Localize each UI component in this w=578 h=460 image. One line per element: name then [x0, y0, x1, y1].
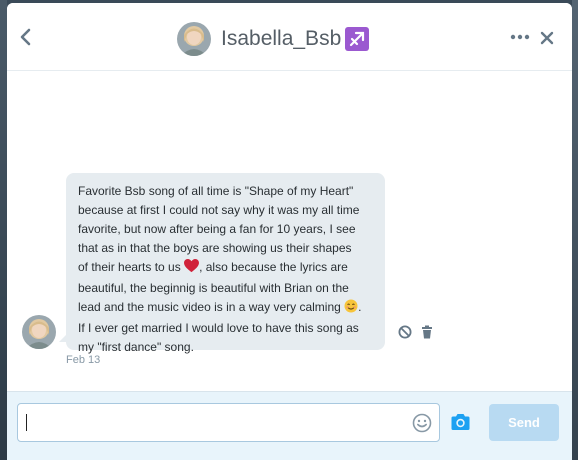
message-bubble[interactable]: Favorite Bsb song of all time is "Shape … [66, 173, 385, 354]
avatar[interactable] [177, 22, 211, 56]
back-button[interactable] [17, 27, 35, 47]
message-text: of their hearts to us [78, 260, 181, 274]
close-button[interactable] [540, 31, 554, 45]
background-right [572, 0, 578, 460]
close-icon [540, 31, 554, 45]
report-message-button[interactable] [398, 325, 412, 339]
message-line: my "first dance" song. [78, 340, 194, 354]
message-line: lead and the music video is in a way ver… [78, 298, 373, 319]
message-dialog: Isabella_Bsb Favorite Bsb song of all ti… [7, 3, 572, 460]
message-text: lead and the music video is in a way ver… [78, 300, 341, 314]
emoji-icon [412, 413, 432, 433]
message-line: Favorite Bsb song of all time is "Shape … [78, 184, 354, 198]
message-input-box[interactable] [17, 403, 440, 442]
conversation-area[interactable]: Favorite Bsb song of all time is "Shape … [7, 72, 572, 391]
add-photo-button[interactable] [450, 413, 471, 431]
red-heart-icon [184, 259, 200, 279]
message-input[interactable] [28, 404, 408, 441]
block-icon [398, 325, 412, 339]
sagittarius-icon [345, 27, 370, 51]
emoji-button[interactable] [412, 413, 432, 433]
sender-avatar[interactable] [22, 315, 56, 349]
message-text: , also because the lyrics are [199, 260, 348, 274]
dialog-header: Isabella_Bsb [7, 3, 572, 71]
text-caret [26, 414, 27, 431]
message-line: If I ever get married I would love to ha… [78, 321, 359, 335]
conversation-title-group[interactable]: Isabella_Bsb [177, 19, 370, 59]
message-line: beautiful, the beginnig is beautiful wit… [78, 281, 349, 295]
page-title: Isabella_Bsb [221, 27, 342, 50]
more-options-button[interactable] [510, 30, 530, 44]
message-line: because at first I could not say why it … [78, 203, 360, 217]
message-line: of their hearts to us , also because the… [78, 258, 373, 279]
background-left [0, 0, 7, 460]
message-composer: Send [7, 391, 572, 460]
delete-message-button[interactable] [421, 325, 433, 339]
message-line: favorite, but now after being a fan for … [78, 222, 356, 236]
message-line: that as in that the boys are showing us … [78, 241, 352, 255]
send-button[interactable]: Send [489, 404, 559, 441]
message-timestamp: Feb 13 [66, 354, 101, 366]
message-text: . [358, 300, 362, 314]
more-dots-icon [510, 34, 530, 40]
smiling-face-icon [344, 299, 358, 319]
trash-icon [422, 325, 432, 339]
camera-icon [451, 414, 470, 430]
chevron-left-icon [20, 28, 31, 46]
